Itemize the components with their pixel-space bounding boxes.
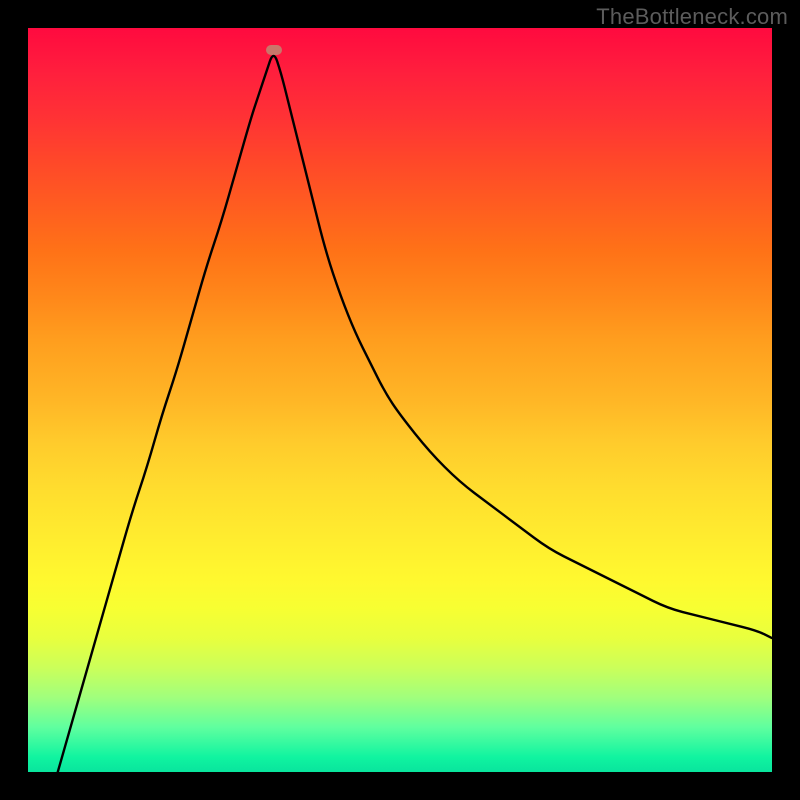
minimum-marker: [266, 45, 282, 55]
bottleneck-curve: [28, 28, 772, 772]
chart-frame: TheBottleneck.com: [0, 0, 800, 800]
plot-area: [28, 28, 772, 772]
watermark-label: TheBottleneck.com: [596, 4, 788, 30]
